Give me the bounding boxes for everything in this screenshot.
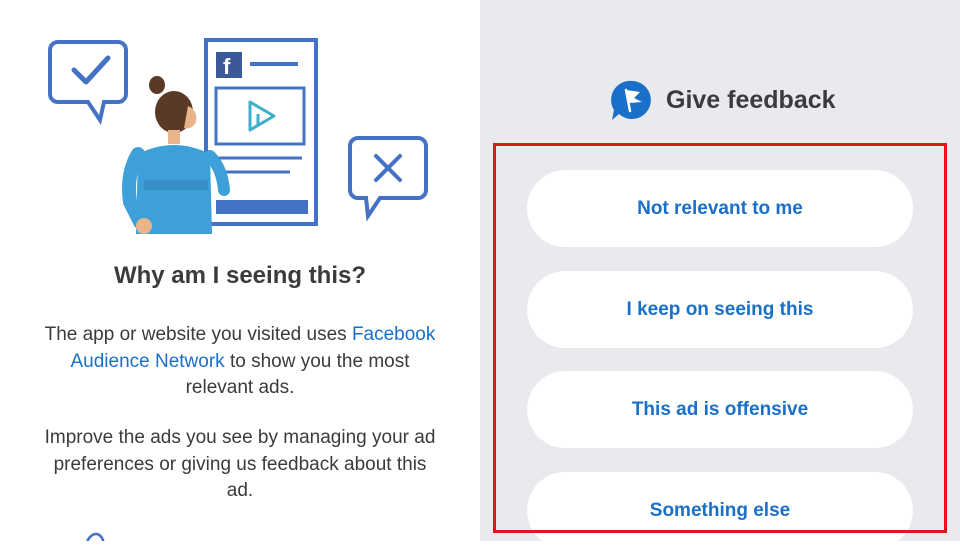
feedback-header: Give feedback: [610, 78, 836, 122]
close-bubble-icon: [348, 136, 428, 222]
facebook-icon: f: [216, 52, 242, 79]
option-offensive-button[interactable]: This ad is offensive: [527, 371, 913, 448]
page-title: Why am I seeing this?: [113, 262, 367, 289]
option-something-else-button[interactable]: Something else: [527, 472, 913, 549]
explanation-text-start: The app or website you visited uses: [44, 324, 347, 345]
explanation-panel: f Why am I seeing this? The app or websi…: [0, 0, 480, 541]
option-keep-seeing-button[interactable]: I keep on seeing this: [527, 271, 913, 348]
feedback-title: Give feedback: [666, 85, 836, 114]
ad-illustration: f: [48, 38, 428, 234]
checkmark-bubble-icon: [48, 40, 128, 126]
explanation-text: The app or website you visited uses Face…: [40, 322, 440, 402]
feedback-flag-icon: [611, 80, 651, 120]
improve-ads-text: Improve the ads you see by managing your…: [44, 427, 436, 501]
option-not-relevant-button[interactable]: Not relevant to me: [527, 170, 913, 247]
partial-icon: [85, 532, 105, 541]
svg-text:f: f: [223, 54, 231, 79]
